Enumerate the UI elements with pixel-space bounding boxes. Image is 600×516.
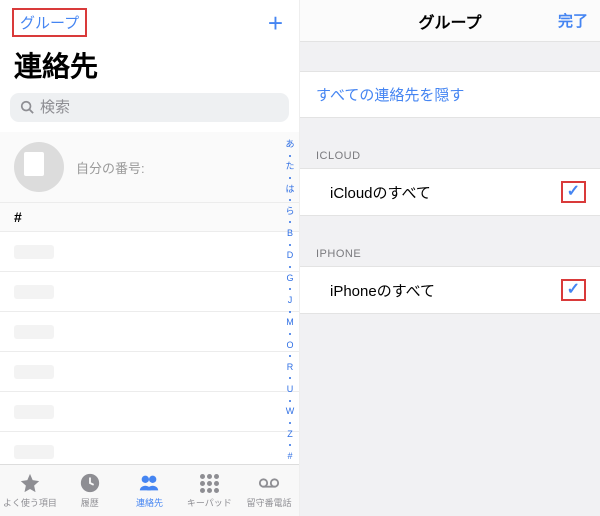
group-row-iphone-all[interactable]: iPhoneのすべて ✓ xyxy=(300,267,600,314)
index-letter[interactable]: M xyxy=(286,318,294,327)
index-dot xyxy=(289,155,291,157)
index-letter[interactable]: た xyxy=(285,162,294,171)
group-row-label: iPhoneのすべて xyxy=(330,280,435,301)
index-letter[interactable]: G xyxy=(286,274,293,283)
spacer xyxy=(300,314,600,516)
group-section-header: ICLOUD xyxy=(300,142,600,169)
tab-bar: よく使う項目 履歴 連絡先 キーパッド 留守番電話 xyxy=(0,464,299,516)
tab-recents[interactable]: 履歴 xyxy=(60,472,120,509)
index-dot xyxy=(289,444,291,446)
tab-label: よく使う項目 xyxy=(3,496,57,509)
index-dot xyxy=(289,355,291,357)
index-dot xyxy=(289,422,291,424)
index-letter[interactable]: B xyxy=(287,229,293,238)
group-section-header: IPHONE xyxy=(300,240,600,267)
tab-label: 留守番電話 xyxy=(247,496,292,509)
tab-keypad[interactable]: キーパッド xyxy=(179,472,239,509)
section-header: # xyxy=(0,203,299,232)
index-dot xyxy=(289,244,291,246)
index-letter[interactable]: O xyxy=(286,341,293,350)
index-letter[interactable]: # xyxy=(287,452,292,461)
hide-all-contacts[interactable]: すべての連絡先を隠す xyxy=(300,72,600,118)
checkmark-icon: ✓ xyxy=(567,184,580,200)
tab-label: 連絡先 xyxy=(136,496,163,509)
index-dot xyxy=(289,177,291,179)
index-letter[interactable]: U xyxy=(287,385,294,394)
search-field[interactable] xyxy=(10,93,289,122)
tab-contacts[interactable]: 連絡先 xyxy=(120,472,180,509)
index-letter[interactable]: Z xyxy=(287,430,293,439)
tab-label: 履歴 xyxy=(81,496,99,509)
index-letter[interactable]: W xyxy=(286,407,295,416)
avatar xyxy=(14,142,64,192)
right-header: グループ 完了 xyxy=(300,0,600,42)
spacer xyxy=(300,118,600,142)
tab-label: キーパッド xyxy=(187,496,232,509)
index-letter[interactable]: ら xyxy=(285,207,294,216)
star-icon xyxy=(19,472,41,494)
index-dot xyxy=(289,288,291,290)
index-letter[interactable]: は xyxy=(285,185,294,194)
highlight-box: ✓ xyxy=(561,279,586,301)
index-letter[interactable]: D xyxy=(287,251,294,260)
list-item[interactable] xyxy=(0,392,299,432)
group-row-label: iCloudのすべて xyxy=(330,182,431,203)
index-letter[interactable]: あ xyxy=(285,140,294,149)
index-dot xyxy=(289,266,291,268)
spacer xyxy=(300,216,600,240)
spacer xyxy=(300,42,600,72)
done-button[interactable]: 完了 xyxy=(558,10,588,31)
group-row-icloud-all[interactable]: iCloudのすべて ✓ xyxy=(300,169,600,216)
search-input[interactable] xyxy=(40,99,279,116)
keypad-icon xyxy=(200,472,219,494)
add-contact-button[interactable]: + xyxy=(264,10,287,36)
list-item[interactable] xyxy=(0,232,299,272)
groups-button[interactable]: グループ xyxy=(12,8,87,37)
my-card-row[interactable]: 自分の番号: xyxy=(0,132,299,203)
index-rail[interactable]: あたはら B D G J M O R U W Z # xyxy=(283,140,297,461)
index-dot xyxy=(289,377,291,379)
index-dot xyxy=(289,311,291,313)
tab-voicemail[interactable]: 留守番電話 xyxy=(239,472,299,509)
right-title: グループ xyxy=(418,9,481,33)
voicemail-icon xyxy=(258,472,280,494)
checkmark-icon: ✓ xyxy=(567,282,580,298)
index-letter[interactable]: R xyxy=(287,363,294,372)
list-item[interactable] xyxy=(0,352,299,392)
clock-icon xyxy=(79,472,101,494)
index-dot xyxy=(289,333,291,335)
tab-favorites[interactable]: よく使う項目 xyxy=(0,472,60,509)
list-item[interactable] xyxy=(0,272,299,312)
list-item[interactable] xyxy=(0,432,299,464)
contact-list[interactable] xyxy=(0,232,299,464)
index-dot xyxy=(289,221,291,223)
index-dot xyxy=(289,199,291,201)
highlight-box: ✓ xyxy=(561,181,586,203)
index-dot xyxy=(289,400,291,402)
index-letter[interactable]: J xyxy=(288,296,293,305)
contacts-icon xyxy=(138,472,160,494)
my-number-label: 自分の番号: xyxy=(76,158,145,177)
page-title: 連絡先 xyxy=(0,41,299,93)
search-icon xyxy=(20,100,34,116)
list-item[interactable] xyxy=(0,312,299,352)
